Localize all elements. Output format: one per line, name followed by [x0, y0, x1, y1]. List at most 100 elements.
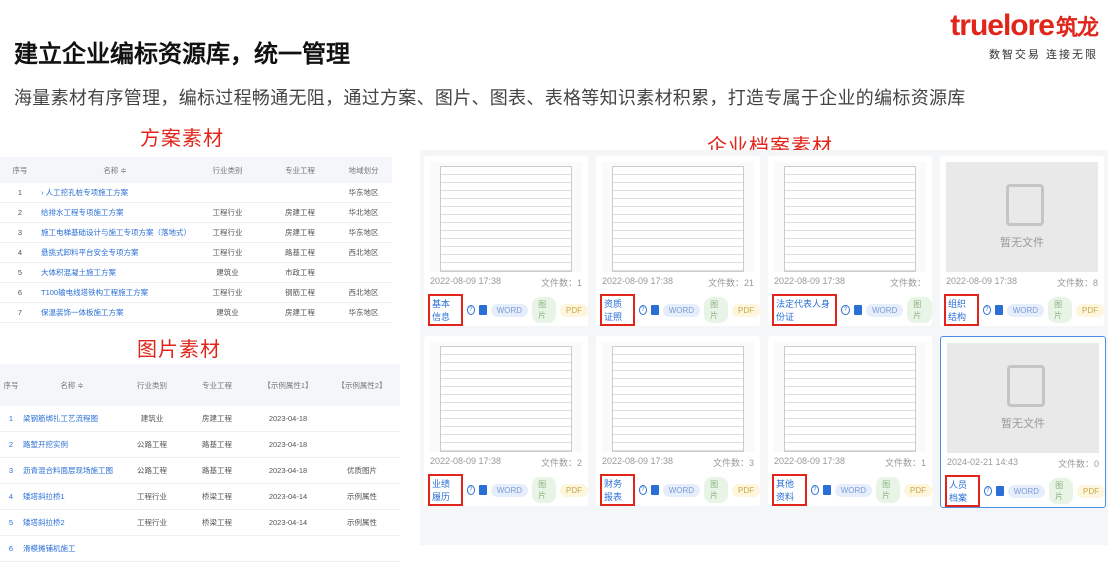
tag-pdf[interactable]: PDF [559, 303, 588, 317]
table-cell-name[interactable]: 大体积混凝土施工方案 [40, 262, 190, 283]
image-icon[interactable] [822, 485, 831, 495]
table-cell-attr [324, 431, 400, 458]
category-label[interactable]: 法定代表人身份证 [772, 294, 838, 326]
table-row[interactable]: 6 滑模摊铺机施工 [0, 535, 400, 562]
archive-card[interactable]: 2022-08-09 17:38 文件数：2 业绩履历? WORD 图片 PDF [424, 336, 588, 506]
archive-card[interactable]: 2022-08-09 17:38 文件数：1 基本信息? WORD 图片 PDF [424, 156, 588, 326]
tag-image[interactable]: 图片 [704, 297, 728, 323]
table-cell-name[interactable]: 悬挑式卸料平台安全专项方案 [40, 242, 190, 263]
table-cell-industry: 工程行业 [190, 222, 265, 243]
category-label[interactable]: 业绩履历 [428, 474, 463, 506]
tag-word[interactable]: WORD [1006, 303, 1045, 317]
card-tags: 业绩履历? WORD 图片 PDF [428, 474, 588, 506]
folder-icon [1007, 365, 1045, 407]
card-meta: 2024-02-21 14:43 文件数：0 [947, 457, 1099, 470]
page-title: 建立企业编标资源库，统一管理 [14, 41, 350, 68]
table-cell-name[interactable]: T100输电线塔铁构工程施工方案 [40, 282, 190, 303]
tag-word[interactable]: WORD [490, 303, 529, 317]
image-icon[interactable] [650, 305, 659, 315]
help-icon[interactable]: ? [638, 485, 647, 495]
help-icon[interactable]: ? [466, 305, 475, 315]
table-cell-industry: 建筑业 [190, 302, 265, 323]
tag-pdf[interactable]: PDF [1075, 303, 1104, 317]
category-label[interactable]: 人员档案 [945, 475, 980, 507]
table-row[interactable]: 3 施工电梯基础设计与施工专项方案（落地式） 工程行业 房建工程 华东地区 [0, 222, 392, 243]
tag-image[interactable]: 图片 [704, 477, 728, 503]
table-cell-name[interactable]: 路堑开挖实例 [22, 431, 122, 458]
tag-word[interactable]: WORD [662, 303, 701, 317]
tag-image[interactable]: 图片 [907, 297, 932, 323]
tag-word[interactable]: WORD [490, 483, 529, 497]
table-cell-region: 西北地区 [335, 242, 392, 263]
tag-word[interactable]: WORD [1007, 484, 1046, 498]
help-icon[interactable]: ? [982, 305, 991, 315]
table-row[interactable]: 2 路堑开挖实例 公路工程 路基工程 2023-04-18 [0, 431, 400, 458]
image-icon[interactable] [478, 305, 487, 315]
card-tags: 基本信息? WORD 图片 PDF [428, 294, 588, 326]
image-icon[interactable] [650, 485, 659, 495]
help-icon[interactable]: ? [841, 305, 850, 315]
card-tags: 人员档案? WORD 图片 PDF [945, 475, 1105, 507]
table-row[interactable]: 1 › 人工挖孔桩专项施工方案 华东地区 [0, 183, 392, 203]
file-count-label: 文件数： [712, 458, 749, 468]
tag-pdf[interactable]: PDF [903, 483, 932, 497]
help-icon[interactable]: ? [638, 305, 647, 315]
tag-image[interactable]: 图片 [1049, 478, 1073, 504]
table-cell-name[interactable]: 给排水工程专项施工方案 [40, 202, 190, 223]
archive-card[interactable]: 2022-08-09 17:38 文件数：3 财务报表? WORD 图片 PDF [596, 336, 760, 506]
table-row[interactable]: 4 矮塔斜拉桥1 工程行业 桥梁工程 2023-04-14 示例属性 [0, 483, 400, 510]
table-row[interactable]: 2 给排水工程专项施工方案 工程行业 房建工程 华北地区 [0, 202, 392, 223]
tag-pdf[interactable]: PDF [731, 483, 760, 497]
tag-image[interactable]: 图片 [532, 297, 556, 323]
archive-card[interactable]: 暂无文件 2022-08-09 17:38 文件数：8 组织结构? WORD 图片 PDF [940, 156, 1104, 326]
table-row[interactable]: 1 梁钢筋绑扎工艺流程图 建筑业 房建工程 2023-04-18 [0, 406, 400, 432]
table-row[interactable]: 6 T100输电线塔铁构工程施工方案 工程行业 钢筋工程 西北地区 [0, 282, 392, 303]
table-cell-name[interactable]: › 人工挖孔桩专项施工方案 [40, 183, 190, 203]
table-row[interactable]: 7 保温装饰一体板施工方案 建筑业 房建工程 华东地区 [0, 302, 392, 323]
empty-placeholder: 暂无文件 [947, 343, 1099, 453]
table-cell-no: 5 [0, 509, 22, 536]
help-icon[interactable]: ? [466, 485, 475, 495]
archive-card[interactable]: 2022-08-09 17:38 文件数： 法定代表人身份证? WORD 图片 [768, 156, 932, 326]
image-icon[interactable] [853, 305, 862, 315]
archive-card[interactable]: 暂无文件 2024-02-21 14:43 文件数：0 人员档案? WORD 图片 PDF [940, 336, 1106, 508]
table-cell-name[interactable]: 滑模摊铺机施工 [22, 535, 122, 562]
table-row[interactable]: 3 沥青混合料面层现场施工图 公路工程 路基工程 2023-04-18 优质图片 [0, 457, 400, 484]
help-icon[interactable]: ? [983, 486, 992, 496]
category-label[interactable]: 组织结构 [944, 294, 979, 326]
tag-image[interactable]: 图片 [876, 477, 900, 503]
table-cell-region: 西北地区 [335, 282, 392, 303]
help-icon[interactable]: ? [810, 485, 819, 495]
tag-pdf[interactable]: PDF [559, 483, 588, 497]
tag-word[interactable]: WORD [834, 483, 873, 497]
category-label[interactable]: 资质证照 [600, 294, 635, 326]
card-date: 2022-08-09 17:38 [602, 456, 674, 466]
tag-word[interactable]: WORD [662, 483, 701, 497]
archive-card[interactable]: 2022-08-09 17:38 文件数：1 其他资料? WORD 图片 PDF [768, 336, 932, 506]
table-cell-name[interactable]: 施工电梯基础设计与施工专项方案（落地式） [40, 222, 191, 243]
card-thumbnail [774, 162, 926, 272]
table-row[interactable]: 5 矮塔斜拉桥2 工程行业 桥梁工程 2023-04-14 示例属性 [0, 509, 400, 536]
category-label[interactable]: 其他资料 [772, 474, 807, 506]
table-cell-major [182, 535, 252, 562]
tag-pdf[interactable]: PDF [731, 303, 760, 317]
image-icon[interactable] [994, 305, 1003, 315]
table-cell-name[interactable]: 矮塔斜拉桥1 [22, 483, 122, 510]
image-icon[interactable] [995, 486, 1004, 496]
table-row[interactable]: 4 悬挑式卸料平台安全专项方案 工程行业 路基工程 西北地区 [0, 242, 392, 263]
category-label[interactable]: 财务报表 [600, 474, 635, 506]
table-cell-name[interactable]: 保温装饰一体板施工方案 [40, 302, 190, 323]
archive-card[interactable]: 2022-08-09 17:38 文件数：21 资质证照? WORD 图片 PDF [596, 156, 760, 326]
image-icon[interactable] [478, 485, 487, 495]
tag-image[interactable]: 图片 [1048, 297, 1072, 323]
tag-image[interactable]: 图片 [532, 477, 556, 503]
table-cell-industry [190, 183, 265, 203]
table-cell-name[interactable]: 梁钢筋绑扎工艺流程图 [22, 406, 122, 432]
tag-pdf[interactable]: PDF [1076, 484, 1105, 498]
table-cell-name[interactable]: 沥青混合料面层现场施工图 [22, 457, 122, 484]
card-date: 2022-08-09 17:38 [430, 456, 502, 466]
table-cell-name[interactable]: 矮塔斜拉桥2 [22, 509, 122, 536]
category-label[interactable]: 基本信息 [428, 294, 463, 326]
tag-word[interactable]: WORD [865, 303, 904, 317]
table-row[interactable]: 5 大体积混凝土施工方案 建筑业 市政工程 [0, 262, 392, 283]
